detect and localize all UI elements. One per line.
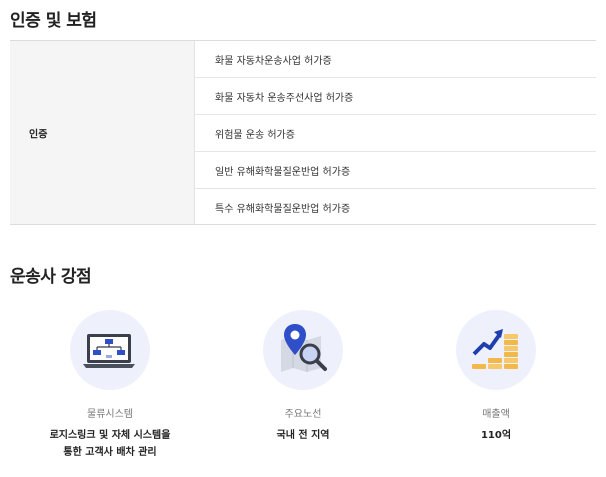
revenue-growth-icon — [456, 310, 536, 390]
certification-section-title: 인증 및 보험 — [10, 11, 97, 31]
strength-main-route: 주요노선 국내 전 지역 — [203, 310, 403, 444]
certification-header-label: 인증 — [29, 129, 48, 140]
logistics-system-icon — [70, 310, 150, 390]
certification-item: 일반 유해화학물질운반업 허가증 — [195, 152, 596, 189]
certification-item: 화물 자동차운송사업 허가증 — [195, 41, 596, 78]
strength-value: 로지스링크 및 자체 시스템을 통한 고객사 배차 관리 — [49, 430, 171, 458]
strength-value: 국내 전 지역 — [276, 430, 330, 441]
route-search-icon — [263, 310, 343, 390]
strengths-section-title: 운송사 강점 — [10, 267, 92, 287]
certification-list: 화물 자동차운송사업 허가증 화물 자동차 운송주선사업 허가증 위험물 운송 … — [195, 41, 596, 224]
certification-item: 특수 유해화학물질운반업 허가증 — [215, 204, 351, 215]
strength-revenue: 매출액 110억 — [396, 310, 596, 444]
strengths-list: 물류시스템 로지스링크 및 자체 시스템을 통한 고객사 배차 관리 주요노선 … — [0, 310, 606, 470]
certification-item: 위험물 운송 허가증 — [195, 115, 596, 152]
strength-label: 주요노선 — [284, 409, 322, 420]
strength-logistics-system: 물류시스템 로지스링크 및 자체 시스템을 통한 고객사 배차 관리 — [10, 310, 210, 461]
strength-label: 매출액 — [482, 409, 510, 420]
certification-table: 인증 화물 자동차운송사업 허가증 화물 자동차 운송주선사업 허가증 위험물 … — [10, 40, 596, 225]
certification-item: 화물 자동차 운송주선사업 허가증 — [195, 78, 596, 115]
certification-table-header: 인증 — [10, 41, 195, 224]
strength-label: 물류시스템 — [87, 409, 133, 420]
strength-value: 110억 — [480, 430, 512, 441]
